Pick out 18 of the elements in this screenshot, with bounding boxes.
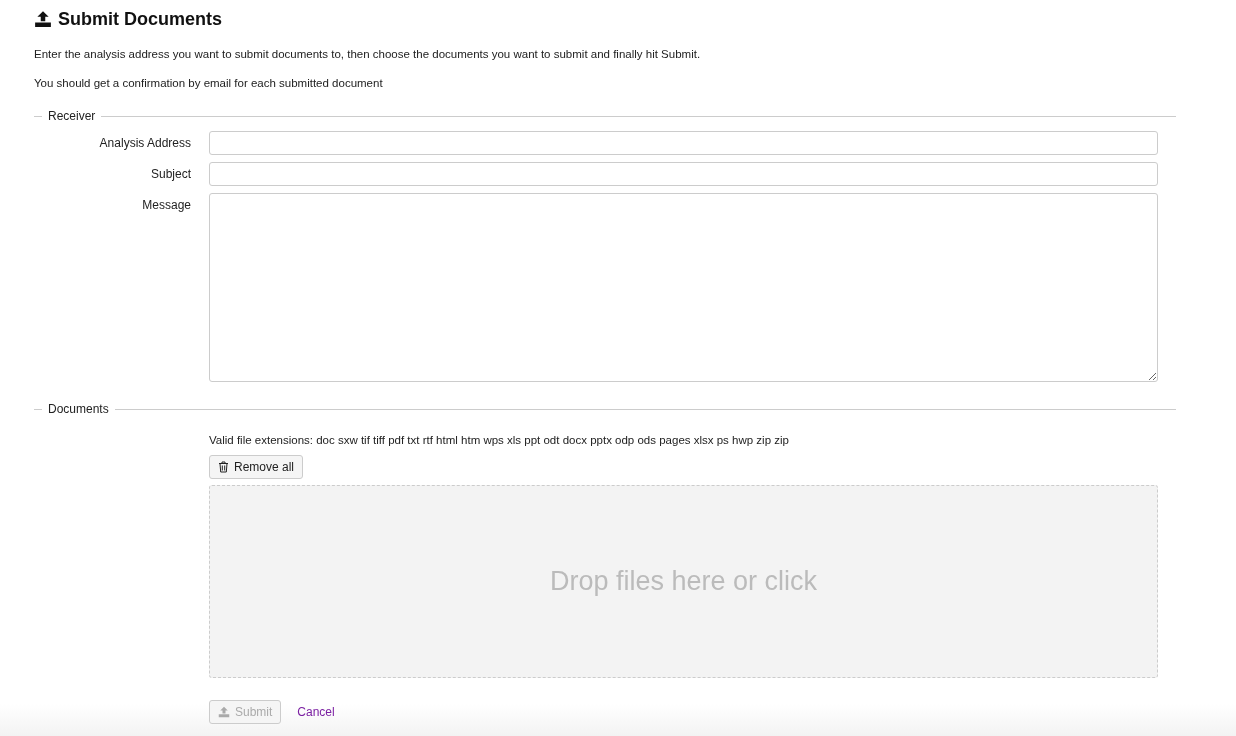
trash-icon: [218, 461, 229, 473]
instruction-text: You should get a confirmation by email for each submitted document: [34, 76, 384, 90]
page-title: Submit Documents: [58, 8, 222, 30]
instruction-text: Enter the analysis address you want to submit documents to, then choose the documents you want to submit and finally hit Submit.: [34, 47, 702, 61]
field-label: Message: [141, 197, 191, 212]
dropzone-text: Drop files here or click: [549, 566, 818, 597]
extensions-text: Valid file extensions: doc sxw tif tiff pdf txt rtf html htm wps xls ppt odt docx pptx odp ods pages xlsx ps hwp zip zip: [209, 434, 790, 446]
message-field[interactable]: [209, 193, 1158, 382]
section-legend: Receiver: [48, 109, 96, 123]
remove-all-button[interactable]: Remove all: [209, 455, 304, 479]
text-field[interactable]: [209, 131, 1158, 155]
upload-icon: [218, 706, 230, 718]
text-field[interactable]: [209, 162, 1158, 186]
upload-icon: [34, 10, 52, 28]
cancel-link[interactable]: Cancel: [297, 705, 335, 719]
field-label: Analysis Address: [98, 135, 191, 150]
field-label: Subject: [149, 166, 191, 181]
section-legend: Documents: [48, 402, 109, 416]
